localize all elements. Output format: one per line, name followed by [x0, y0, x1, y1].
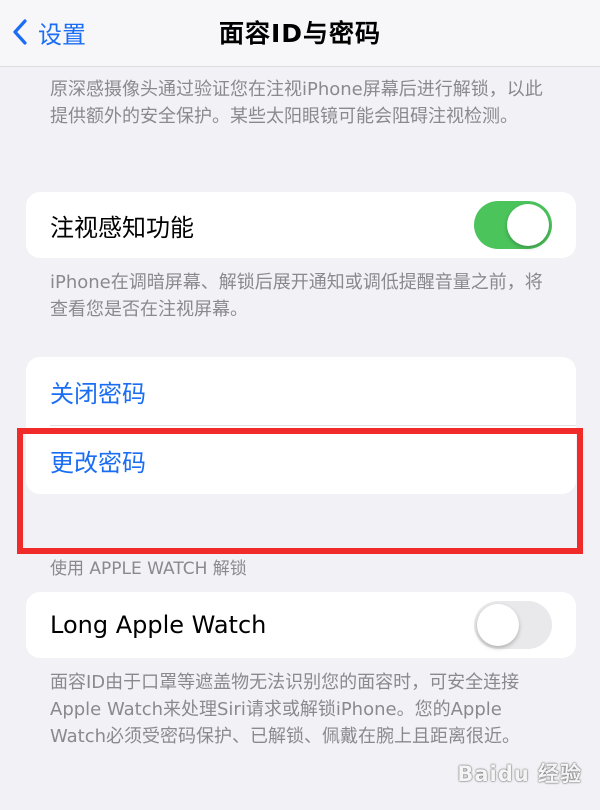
watermark: Baidu 经验 — [457, 762, 582, 786]
navigation-bar: 设置 面容ID与密码 — [0, 0, 600, 67]
turn-off-passcode-row[interactable]: 关闭密码 — [50, 357, 552, 425]
apple-watch-footnote: 面容ID由于口罩等遮盖物无法识别您的面容时，可安全连接Apple Watch来处… — [50, 672, 521, 747]
attention-aware-card: 注视感知功能 — [26, 192, 576, 258]
highlight-box — [17, 428, 583, 554]
apple-watch-toggle[interactable] — [474, 601, 552, 649]
page-title: 面容ID与密码 — [218, 19, 382, 48]
apple-watch-name: Long Apple Watch — [50, 611, 267, 639]
toggle-knob — [507, 204, 549, 246]
attention-footnote: 原深感摄像头通过验证您在注视iPhone屏幕后进行解锁，以此提供额外的安全保护。… — [50, 79, 543, 127]
attention-aware-label: 注视感知功能 — [50, 213, 194, 242]
turn-off-passcode-link[interactable]: 关闭密码 — [50, 374, 146, 409]
attention-aware-footnote: iPhone在调暗屏幕、解锁后展开通知或调低提醒音量之前，将查看您是否在注视屏幕… — [50, 272, 543, 320]
toggle-knob — [477, 604, 519, 646]
attention-aware-toggle[interactable] — [474, 201, 552, 249]
apple-watch-card: Long Apple Watch — [26, 592, 576, 658]
apple-watch-section-header: 使用 APPLE WATCH 解锁 — [50, 559, 247, 579]
